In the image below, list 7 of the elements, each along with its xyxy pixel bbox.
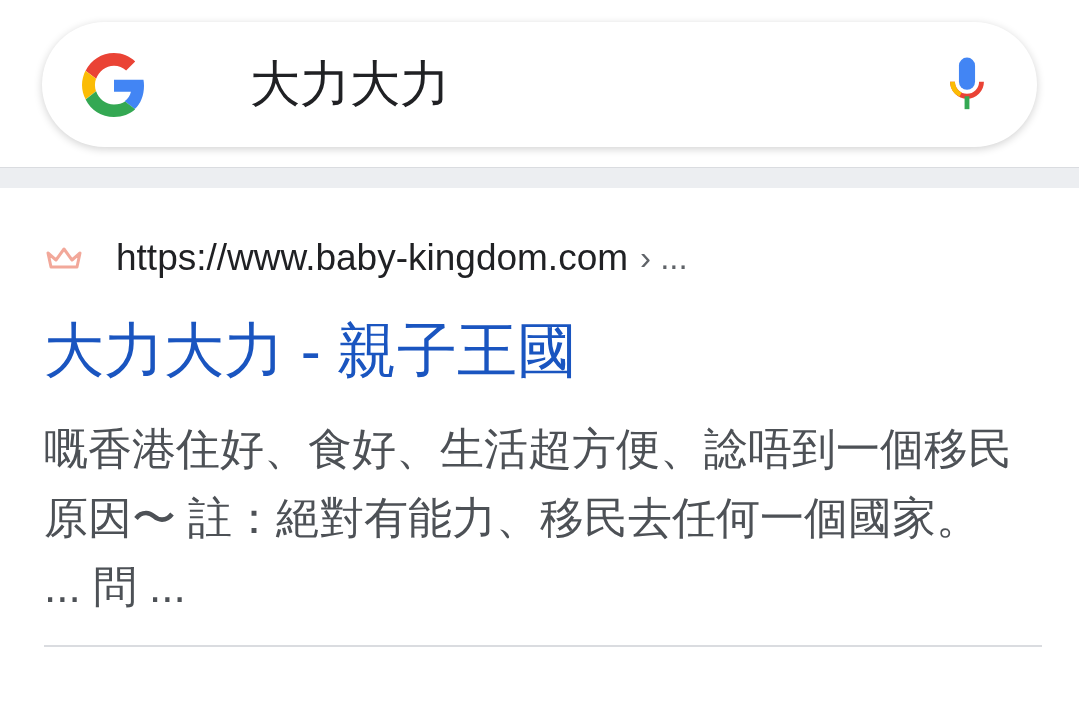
result-snippet: 嘅香港住好、食好、生活超方便、諗唔到一個移民原因〜 註：絕對有能力、移民去任何一個國家。 ... 問 ... [44, 423, 1013, 613]
breadcrumb: › ... [640, 239, 688, 277]
search-field[interactable]: 大力大力 [250, 55, 947, 114]
result-url[interactable]: https://www.baby-kingdom.com [116, 237, 629, 279]
google-logo-icon [82, 52, 146, 117]
crown-icon [44, 245, 84, 271]
result-title-link[interactable]: 大力大力 - 親子王國 [44, 306, 1037, 396]
